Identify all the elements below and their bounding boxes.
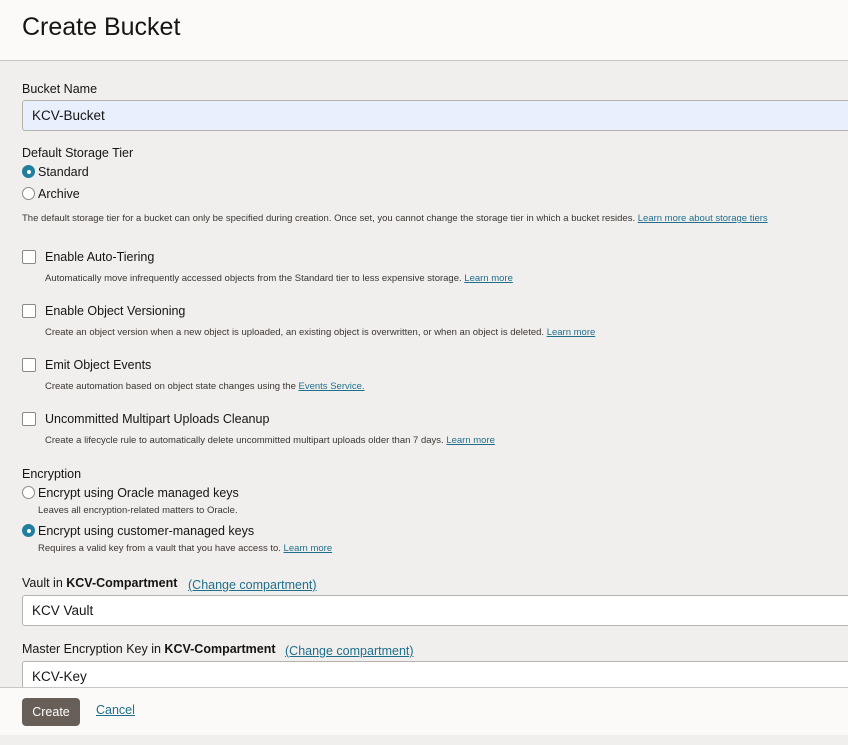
page-title: Create Bucket bbox=[22, 13, 181, 41]
oracle-managed-keys-help: Leaves all encryption-related matters to… bbox=[38, 505, 238, 516]
customer-managed-keys-radio[interactable] bbox=[22, 524, 35, 537]
object-versioning-help: Create an object version when a new obje… bbox=[45, 327, 595, 338]
object-versioning-help-text: Create an object version when a new obje… bbox=[45, 327, 545, 338]
master-key-label: Master Encryption Key in KCV-Compartment bbox=[22, 642, 276, 656]
auto-tiering-help: Automatically move infrequently accessed… bbox=[45, 273, 513, 284]
vault-change-compartment-wrap: (Change compartment) bbox=[188, 576, 317, 594]
customer-managed-keys-help-text: Requires a valid key from a vault that y… bbox=[38, 543, 281, 554]
vault-select[interactable]: KCV Vault bbox=[22, 595, 848, 626]
object-versioning-checkbox[interactable] bbox=[22, 304, 36, 318]
auto-tiering-label[interactable]: Enable Auto-Tiering bbox=[45, 250, 154, 264]
auto-tiering-learn-more-link[interactable]: Learn more bbox=[464, 273, 513, 284]
storage-tiers-learn-more-link[interactable]: Learn more about storage tiers bbox=[638, 213, 768, 224]
customer-managed-keys-label[interactable]: Encrypt using customer-managed keys bbox=[38, 524, 254, 538]
master-key-change-compartment-wrap: (Change compartment) bbox=[285, 642, 414, 660]
emit-events-label[interactable]: Emit Object Events bbox=[45, 358, 151, 372]
auto-tiering-help-text: Automatically move infrequently accessed… bbox=[45, 273, 462, 284]
object-versioning-label[interactable]: Enable Object Versioning bbox=[45, 304, 185, 318]
storage-tier-help: The default storage tier for a bucket ca… bbox=[22, 213, 768, 224]
vault-compartment-name: KCV-Compartment bbox=[66, 576, 178, 590]
bucket-name-input[interactable]: KCV-Bucket bbox=[22, 100, 848, 131]
create-button[interactable]: Create bbox=[22, 698, 80, 726]
panel-header: Create Bucket bbox=[0, 0, 848, 61]
emit-events-checkbox[interactable] bbox=[22, 358, 36, 372]
storage-tier-label: Default Storage Tier bbox=[22, 146, 134, 160]
emit-events-help-text: Create automation based on object state … bbox=[45, 381, 296, 392]
object-versioning-learn-more-link[interactable]: Learn more bbox=[547, 327, 596, 338]
vault-label-prefix: Vault in bbox=[22, 576, 67, 590]
multipart-cleanup-label[interactable]: Uncommitted Multipart Uploads Cleanup bbox=[45, 412, 269, 426]
master-key-select[interactable]: KCV-Key bbox=[22, 661, 848, 687]
customer-managed-keys-help: Requires a valid key from a vault that y… bbox=[38, 543, 332, 554]
master-key-change-compartment-link[interactable]: (Change compartment) bbox=[285, 644, 414, 658]
vault-change-compartment-link[interactable]: (Change compartment) bbox=[188, 578, 317, 592]
emit-events-help: Create automation based on object state … bbox=[45, 381, 365, 392]
vault-label: Vault in KCV-Compartment bbox=[22, 576, 177, 590]
multipart-cleanup-checkbox[interactable] bbox=[22, 412, 36, 426]
multipart-cleanup-learn-more-link[interactable]: Learn more bbox=[446, 435, 495, 446]
customer-managed-keys-learn-more-link[interactable]: Learn more bbox=[284, 543, 333, 554]
multipart-cleanup-help: Create a lifecycle rule to automatically… bbox=[45, 435, 495, 446]
oracle-managed-keys-radio[interactable] bbox=[22, 486, 35, 499]
cancel-link[interactable]: Cancel bbox=[96, 703, 135, 717]
archive-radio-label[interactable]: Archive bbox=[38, 187, 80, 201]
encryption-label: Encryption bbox=[22, 467, 82, 481]
archive-radio[interactable] bbox=[22, 187, 35, 200]
panel-footer: Create Cancel bbox=[0, 687, 848, 735]
standard-radio-label[interactable]: Standard bbox=[38, 165, 89, 179]
master-key-compartment-name: KCV-Compartment bbox=[164, 642, 276, 656]
oracle-managed-keys-label[interactable]: Encrypt using Oracle managed keys bbox=[38, 486, 239, 500]
form-body[interactable]: Bucket Name KCV-Bucket Default Storage T… bbox=[0, 61, 848, 687]
auto-tiering-checkbox[interactable] bbox=[22, 250, 36, 264]
standard-radio[interactable] bbox=[22, 165, 35, 178]
multipart-cleanup-help-text: Create a lifecycle rule to automatically… bbox=[45, 435, 444, 446]
storage-tier-help-text: The default storage tier for a bucket ca… bbox=[22, 213, 636, 224]
bottom-strip bbox=[0, 735, 848, 745]
master-key-label-prefix: Master Encryption Key in bbox=[22, 642, 165, 656]
events-service-link[interactable]: Events Service. bbox=[299, 381, 365, 392]
bucket-name-label: Bucket Name bbox=[22, 82, 98, 96]
